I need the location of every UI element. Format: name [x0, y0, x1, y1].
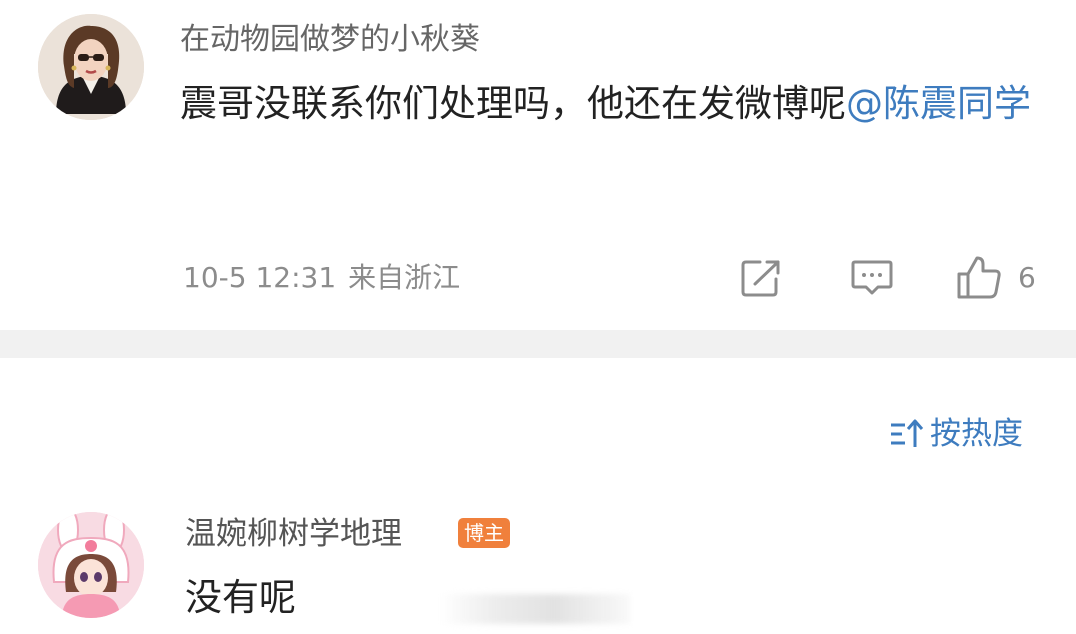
comment-icon[interactable] — [850, 258, 894, 298]
comment-username[interactable]: 温婉柳树学地理 — [185, 512, 402, 556]
comment-text: 没有呢 — [185, 576, 296, 619]
like-count: 6 — [1018, 261, 1036, 294]
comment-username[interactable]: 在动物园做梦的小秋葵 — [180, 20, 480, 60]
sort-by-hot-button[interactable]: 按热度 — [888, 412, 1023, 456]
sort-bar: 按热度 — [0, 358, 1076, 498]
blurred-region — [440, 594, 630, 624]
comment-date: 10-5 12:31 — [183, 261, 337, 294]
user-avatar-1[interactable] — [38, 14, 144, 120]
share-icon[interactable] — [740, 258, 784, 298]
comment-card-1: 在动物园做梦的小秋葵 震哥没联系你们处理吗，他还在发微博呢@陈震同学 10-5 … — [0, 0, 1076, 330]
comment-meta: 10-5 12:31 来自浙江 — [183, 258, 460, 298]
like-icon[interactable] — [955, 254, 1003, 300]
comment-body: 震哥没联系你们处理吗，他还在发微博呢 — [180, 82, 846, 125]
mention-link[interactable]: @陈震同学 — [846, 82, 1031, 125]
comment-text: 震哥没联系你们处理吗，他还在发微博呢@陈震同学 — [180, 76, 1050, 132]
blogger-badge: 博主 — [458, 518, 510, 548]
avatar-illustration-1 — [38, 14, 144, 120]
avatar-illustration-2 — [38, 512, 144, 618]
user-avatar-2[interactable] — [38, 512, 144, 618]
section-divider — [0, 330, 1076, 358]
sort-label: 按热度 — [930, 416, 1023, 452]
comment-location: 来自浙江 — [348, 261, 461, 294]
sort-icon — [888, 417, 926, 451]
